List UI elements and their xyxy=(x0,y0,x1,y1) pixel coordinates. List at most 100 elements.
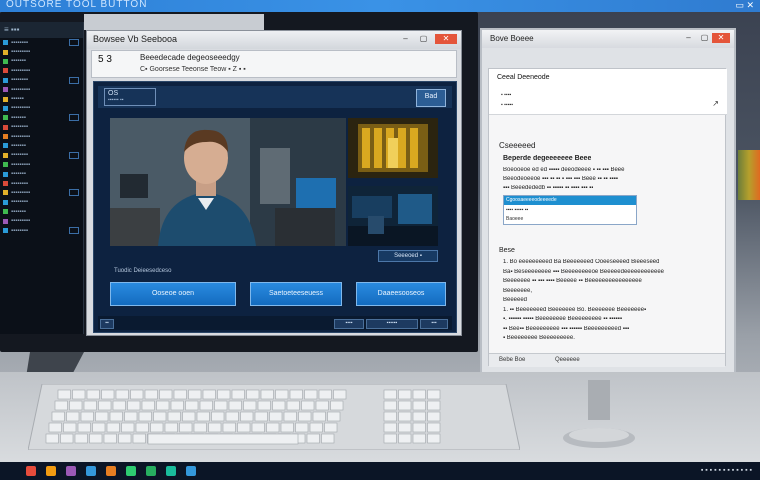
sidebar-item-checkbox[interactable] xyxy=(69,39,79,47)
sidebar-item[interactable]: ▪▪▪▪▪▪▪▪▪ xyxy=(0,132,83,141)
sidebar-item[interactable]: ▪▪▪▪▪▪▪▪▪ xyxy=(0,104,83,113)
keyboard-key[interactable] xyxy=(115,389,129,400)
keyboard-key[interactable] xyxy=(60,433,74,444)
document-nav-title[interactable]: Ceeal Deeneode xyxy=(497,74,550,81)
sidebar-item[interactable]: ▪▪▪▪▪▪▪▪▪ xyxy=(0,85,83,94)
thumbnail-server-room[interactable] xyxy=(348,118,438,178)
sidebar-item[interactable]: ▪▪▪▪▪▪▪▪ xyxy=(0,151,83,160)
keyboard-key[interactable] xyxy=(156,400,170,411)
keyboard-key[interactable] xyxy=(306,433,320,444)
keyboard-key[interactable] xyxy=(54,400,68,411)
keyboard-key[interactable] xyxy=(179,422,193,433)
keyboard-key[interactable] xyxy=(327,411,341,422)
keyboard-key[interactable] xyxy=(95,411,109,422)
keyboard-key[interactable] xyxy=(304,389,318,400)
keyboard-key[interactable] xyxy=(170,400,184,411)
keyboard-key[interactable] xyxy=(153,411,167,422)
keyboard-key[interactable] xyxy=(80,411,94,422)
keyboard-key[interactable] xyxy=(132,433,146,444)
keyboard-key[interactable] xyxy=(318,389,332,400)
sidebar-item[interactable]: ▪▪▪▪▪▪▪▪ xyxy=(0,38,83,47)
taskbar-app-icon[interactable] xyxy=(186,466,196,476)
close-button[interactable]: ✕ xyxy=(435,34,457,44)
keyboard-key[interactable] xyxy=(63,422,77,433)
keyboard-key[interactable] xyxy=(109,411,123,422)
keyboard-key[interactable] xyxy=(240,411,254,422)
numpad-key[interactable] xyxy=(398,411,412,422)
keyboard-key[interactable] xyxy=(214,400,228,411)
keyboard-key[interactable] xyxy=(135,422,149,433)
nav-arrow-icon[interactable]: ↗ xyxy=(712,99,719,108)
right-close-button[interactable]: ✕ xyxy=(712,33,730,43)
keyboard-key[interactable] xyxy=(286,400,300,411)
keyboard-key[interactable] xyxy=(83,400,97,411)
sidebar-item[interactable]: ▪▪▪▪▪▪▪▪ xyxy=(0,179,83,188)
sidebar-item[interactable]: ▪▪▪▪▪▪▪▪▪ xyxy=(0,47,83,56)
keyboard-key[interactable] xyxy=(202,389,216,400)
sidebar-item-checkbox[interactable] xyxy=(69,114,79,122)
numpad-key[interactable] xyxy=(383,433,397,444)
keyboard-key[interactable] xyxy=(231,389,245,400)
taskbar-app-icon[interactable] xyxy=(146,466,156,476)
keyboard-key[interactable] xyxy=(188,389,202,400)
numpad-key[interactable] xyxy=(412,389,426,400)
keyboard-key[interactable] xyxy=(280,422,294,433)
numpad-key[interactable] xyxy=(412,422,426,433)
numpad-key[interactable] xyxy=(412,400,426,411)
select-option-3[interactable]: Baoeee xyxy=(506,216,523,222)
keyboard-key[interactable] xyxy=(243,400,257,411)
sidebar-item[interactable]: ▪▪▪▪▪▪▪▪▪ xyxy=(0,160,83,169)
keyboard-key[interactable] xyxy=(228,400,242,411)
keyboard-key[interactable] xyxy=(275,389,289,400)
footer-left-link[interactable]: Bebe Boe xyxy=(499,357,525,363)
keyboard-key[interactable] xyxy=(309,422,323,433)
option-select-list[interactable]: Cgoosaeeeeodeeeede ▪▪▪▪ ▪▪▪▪▪ ▪▪ Baoeee xyxy=(503,195,637,225)
sidebar-item[interactable]: ▪▪▪▪▪▪▪▪ xyxy=(0,226,83,235)
sidebar-item-checkbox[interactable] xyxy=(69,227,79,234)
address-bar[interactable]: 5 3 Beeedecade degeoseeedgy C▪ Goorsese … xyxy=(91,50,457,78)
keyboard-key[interactable] xyxy=(246,389,260,400)
keyboard-key[interactable] xyxy=(266,422,280,433)
action-button-2[interactable]: Saetoeteeseuess xyxy=(250,282,342,306)
sidebar-item-checkbox[interactable] xyxy=(69,189,79,197)
keyboard-key[interactable] xyxy=(225,411,239,422)
keyboard-key[interactable] xyxy=(301,400,315,411)
keyboard-key[interactable] xyxy=(208,422,222,433)
keyboard-key[interactable] xyxy=(269,411,283,422)
thumbnail-control-room[interactable] xyxy=(348,186,438,246)
keyboard-key[interactable] xyxy=(57,389,71,400)
sidebar-item[interactable]: ▪▪▪▪▪▪▪▪ xyxy=(0,123,83,132)
keyboard-key[interactable] xyxy=(312,411,326,422)
keyboard-key[interactable] xyxy=(237,422,251,433)
keyboard-key[interactable] xyxy=(89,433,103,444)
sidebar-item[interactable]: ▪▪▪▪▪▪▪▪ xyxy=(0,76,83,85)
taskbar-app-icon[interactable] xyxy=(66,466,76,476)
sidebar-item[interactable]: ▪▪▪▪▪▪▪ xyxy=(0,207,83,216)
document-nav-item-2[interactable]: ▪ ▪▪▪▪▪ xyxy=(501,102,513,108)
keyboard-key[interactable] xyxy=(330,400,344,411)
taskbar-app-icon[interactable] xyxy=(26,466,36,476)
keyboard-key[interactable] xyxy=(69,400,83,411)
action-button-1[interactable]: Ooseoe ooen xyxy=(110,282,236,306)
keyboard-key[interactable] xyxy=(321,433,335,444)
numpad-key[interactable] xyxy=(427,422,441,433)
keyboard-key[interactable] xyxy=(138,411,152,422)
maximize-button[interactable]: ▢ xyxy=(418,34,429,44)
numpad-key[interactable] xyxy=(383,422,397,433)
sidebar-item[interactable]: ▪▪▪▪▪▪▪ xyxy=(0,113,83,122)
keyboard-key[interactable] xyxy=(144,389,158,400)
taskbar-app-icon[interactable] xyxy=(126,466,136,476)
video-feed[interactable] xyxy=(110,118,346,246)
numpad-key[interactable] xyxy=(427,411,441,422)
keyboard-key[interactable] xyxy=(98,400,112,411)
keyboard-key[interactable] xyxy=(167,411,181,422)
select-option-1[interactable]: Cgoosaeeeeodeeeede xyxy=(504,196,636,205)
numpad-key[interactable] xyxy=(398,400,412,411)
sidebar-item[interactable]: ▪▪▪▪▪▪▪▪ xyxy=(0,198,83,207)
keyboard-key[interactable] xyxy=(150,422,164,433)
sidebar-item[interactable]: ▪▪▪▪▪▪ xyxy=(0,94,83,103)
keyboard-key[interactable] xyxy=(283,411,297,422)
footer-button-4[interactable]: ▪▪▪ xyxy=(420,319,448,329)
keyboard-key[interactable] xyxy=(103,433,117,444)
keyboard-key[interactable] xyxy=(74,433,88,444)
